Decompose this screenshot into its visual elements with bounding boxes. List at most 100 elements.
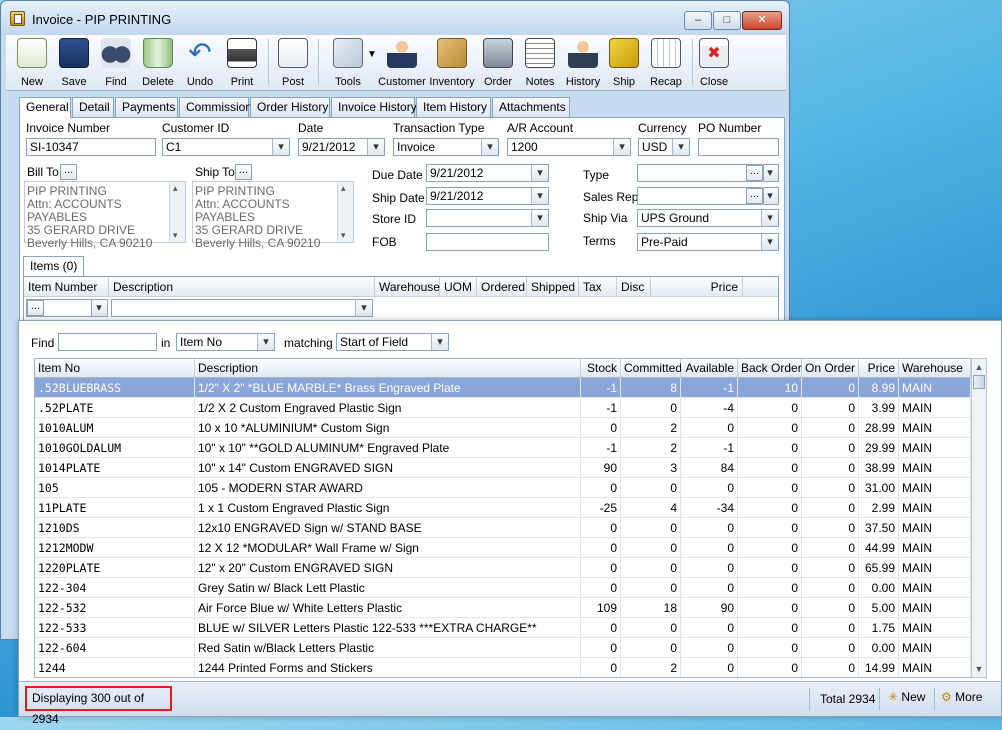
find-button[interactable]: Find [94,35,138,91]
ship-button[interactable]: Ship [602,35,646,91]
ship-to-lookup-button[interactable]: … [235,164,252,180]
close-button[interactable]: ✖ Close [692,35,736,91]
transaction-type-dropdown[interactable]: Invoice [393,138,499,156]
history-button[interactable]: History [558,35,608,91]
fob-field[interactable] [426,233,549,251]
col-back-order[interactable]: Back Order [738,359,802,378]
due-date-picker[interactable]: 9/21/2012 [426,164,549,182]
currency-dropdown[interactable]: USD [638,138,690,156]
items-col-disc[interactable]: Disc [617,277,651,297]
table-row[interactable]: 122-532 Air Force Blue w/ White Letters P… [35,598,971,618]
col-available[interactable]: Available [681,359,738,378]
tab-detail[interactable]: Detail [72,97,114,117]
bill-to-address[interactable]: PIP PRINTING Attn: ACCOUNTS PAYABLES 35 … [24,181,186,250]
col-warehouse[interactable]: Warehouse [899,359,971,378]
bill-to-lookup-button[interactable]: … [60,164,77,180]
type-dropdown-arrow[interactable] [763,164,779,182]
delete-button[interactable]: Delete [136,35,180,91]
minimize-button[interactable]: – [684,11,712,30]
save-button[interactable]: Save [52,35,96,91]
items-col-tax[interactable]: Tax [579,277,617,297]
col-description[interactable]: Description [195,359,581,378]
tab-order-history[interactable]: Order History [250,97,330,117]
tab-commission[interactable]: Commission [179,97,252,117]
table-row[interactable]: 1010ALUM 10 x 10 *ALUMINIUM* Custom Sign 0… [35,418,971,438]
new-button[interactable]: New [10,35,54,91]
print-button[interactable]: Print [220,35,264,91]
tab-invoice-history[interactable]: Invoice History [331,97,417,117]
terms-dropdown[interactable]: Pre-Paid [637,233,779,251]
customer-id-dropdown[interactable]: C1 [162,138,290,156]
items-col-ordered[interactable]: Ordered [477,277,527,297]
table-row[interactable]: 11PLATE 1 x 1 Custom Engraved Plastic Sig… [35,498,971,518]
scroll-thumb[interactable] [973,375,985,389]
sales-rep-dropdown-arrow[interactable] [763,187,779,205]
table-row[interactable]: 122-304 Grey Satin w/ Black Lett Plastic 0… [35,578,971,598]
items-col-warehouse[interactable]: Warehouse [375,277,440,297]
items-col-item-number[interactable]: Item Number [24,277,109,297]
table-row[interactable]: 1014PLATE 10" x 14" Custom ENGRAVED SIGN 9… [35,458,971,478]
col-stock[interactable]: Stock [581,359,621,378]
col-on-order[interactable]: On Order [802,359,859,378]
post-button[interactable]: Post [271,35,315,91]
order-button[interactable]: Order [476,35,520,91]
table-row[interactable]: .52PLATE 1/2 X 2 Custom Engraved Plastic … [35,398,971,418]
customer-button[interactable]: Customer [378,35,426,91]
sales-rep-field[interactable] [637,187,762,205]
title-bar[interactable]: Invoice - PIP PRINTING – □ ✕ [1,1,789,35]
type-lookup-button[interactable]: … [746,165,763,181]
tab-general[interactable]: General [19,97,71,118]
items-col-price[interactable]: Price [651,277,743,297]
tab-items[interactable]: Items (0) [23,256,85,276]
table-row[interactable]: 105 105 - MODERN STAR AWARD 0 0 0 0 0 31.00 MAIN [35,478,971,498]
scroll-up-arrow-icon[interactable]: ▲ [972,359,986,375]
ship-to-scrollbar[interactable] [337,182,353,242]
lookup-new-button[interactable]: ✳ New [888,690,925,704]
recap-button[interactable]: Recap [642,35,690,91]
items-col-description[interactable]: Description [109,277,375,297]
store-id-dropdown[interactable] [426,209,549,227]
table-row[interactable]: 1244 1244 Printed Forms and Stickers 0 2 0 0 0… [35,658,971,677]
col-committed[interactable]: Committed [621,359,682,378]
invoice-number-field[interactable]: SI-10347 [26,138,156,156]
table-row[interactable]: 122-533 BLUE w/ SILVER Letters Plastic 12… [35,618,971,638]
table-row[interactable]: 1210DS 12x10 ENGRAVED Sign w/ STAND BASE 0… [35,518,971,538]
table-row[interactable]: 122-604 Red Satin w/Black Letters Plastic… [35,638,971,658]
po-number-field[interactable] [698,138,779,156]
ar-account-dropdown[interactable]: 1200 [507,138,631,156]
col-price[interactable]: Price [859,359,899,378]
table-row[interactable]: .52BLUEBRASS 1/2" X 2" *BLUE MARBLE* Bras… [35,378,971,398]
tools-dropdown-arrow-icon[interactable]: ▼ [367,49,377,60]
inventory-button[interactable]: Inventory [426,35,478,91]
bill-to-scrollbar[interactable] [169,182,185,242]
tab-item-history[interactable]: Item History [416,97,491,117]
description-input[interactable] [111,299,373,317]
tab-attachments[interactable]: Attachments [492,97,570,117]
item-number-dropdown-arrow[interactable] [91,299,108,317]
grid-vertical-scrollbar[interactable]: ▲ ▼ [971,358,987,678]
undo-button[interactable]: ↶ Undo [178,35,222,91]
table-row[interactable]: 1220PLATE 12" x 20" Custom ENGRAVED SIGN 0… [35,558,971,578]
close-window-button[interactable]: ✕ [742,11,782,30]
date-picker[interactable]: 9/21/2012 [298,138,385,156]
type-field[interactable] [637,164,762,182]
ship-to-address[interactable]: PIP PRINTING Attn: ACCOUNTS PAYABLES 35 … [192,181,354,250]
lookup-more-button[interactable]: ⚙ More [941,690,982,704]
sales-rep-lookup-button[interactable]: … [746,188,763,204]
ship-via-dropdown[interactable]: UPS Ground [637,209,779,227]
search-field-dropdown[interactable]: Item No [176,333,275,351]
table-row[interactable]: 1010GOLDALUM 10" x 10" **GOLD ALUMINUM* E… [35,438,971,458]
find-input[interactable] [58,333,157,351]
col-item-no[interactable]: Item No [35,359,195,378]
items-col-uom[interactable]: UOM [440,277,477,297]
tools-button[interactable]: Tools [321,35,375,91]
items-col-shipped[interactable]: Shipped [527,277,579,297]
item-number-lookup-button[interactable]: … [27,300,44,316]
matching-dropdown[interactable]: Start of Field [336,333,449,351]
maximize-button[interactable]: □ [713,11,741,30]
notes-button[interactable]: Notes [518,35,562,91]
tab-payments[interactable]: Payments [115,97,178,117]
table-row[interactable]: 1212MODW 12 X 12 *MODULAR* Wall Frame w/ … [35,538,971,558]
scroll-down-arrow-icon[interactable]: ▼ [972,661,986,677]
ship-date-picker[interactable]: 9/21/2012 [426,187,549,205]
